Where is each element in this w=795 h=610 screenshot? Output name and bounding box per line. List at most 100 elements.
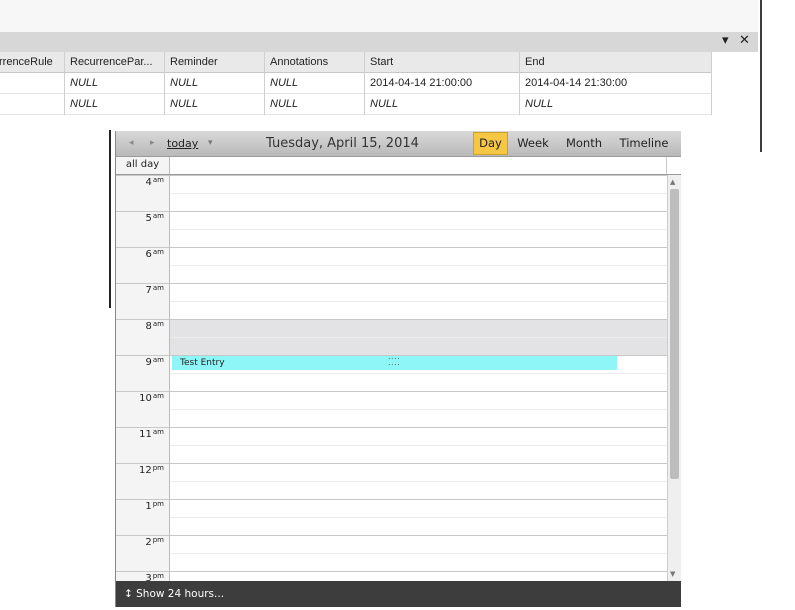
hour-label: 1pm (116, 499, 170, 535)
scroll-up-icon[interactable]: ▲ (670, 178, 675, 186)
hour-meridiem: am (152, 284, 164, 292)
view-day-button[interactable]: Day (473, 132, 508, 155)
hour-meridiem: am (152, 428, 164, 436)
hour-number: 3pm (145, 572, 164, 581)
table-cell[interactable]: NULL (365, 94, 520, 115)
time-slot[interactable] (170, 175, 667, 211)
today-button[interactable]: today (167, 137, 198, 150)
table-cell[interactable]: 2014-04-14 21:30:00 (520, 73, 712, 94)
event-test-entry[interactable]: Test Entry........ (172, 353, 617, 370)
column-header[interactable]: RecurrencePar... (65, 52, 165, 73)
scroll-down-icon[interactable]: ▼ (670, 570, 675, 578)
scheduler-toolbar: ◂ ▸ today ▾ Tuesday, April 15, 2014 Day … (116, 131, 681, 157)
vertical-scrollbar[interactable]: ▲ ▼ (667, 175, 681, 581)
time-slot[interactable] (170, 247, 667, 283)
event-title: Test Entry (180, 358, 225, 368)
table-cell[interactable]: NULL (520, 94, 712, 115)
scrollbar-thumb[interactable] (670, 189, 679, 479)
prev-icon[interactable]: ◂ (129, 138, 134, 148)
table-row[interactable]: NULL NULL NULL 2014-04-14 21:00:00 2014-… (0, 73, 712, 94)
column-header[interactable]: End (520, 52, 712, 73)
hour-number: 11am (139, 428, 164, 440)
column-header[interactable]: Start (365, 52, 520, 73)
table-cell[interactable]: NULL (65, 94, 165, 115)
hour-meridiem: am (152, 176, 164, 184)
half-hour-line (170, 229, 667, 230)
hour-number: 8am (145, 320, 164, 332)
time-slot[interactable] (170, 571, 667, 581)
date-title: Tuesday, April 15, 2014 (266, 136, 419, 151)
half-hour-line (170, 445, 667, 446)
time-slot[interactable] (170, 535, 667, 571)
hour-number: 2pm (145, 536, 164, 548)
hour-meridiem: am (152, 356, 164, 364)
time-slot[interactable] (170, 211, 667, 247)
hour-row: 2pm (116, 535, 667, 571)
all-day-label: all day (116, 157, 170, 174)
time-slot[interactable] (170, 499, 667, 535)
time-slot[interactable] (170, 391, 667, 427)
table-cell[interactable]: NULL (165, 73, 265, 94)
table-cell[interactable] (0, 94, 65, 115)
hour-meridiem: am (152, 248, 164, 256)
hour-label: 8am (116, 319, 170, 355)
hour-label: 6am (116, 247, 170, 283)
hour-number: 1pm (145, 500, 164, 512)
time-slot[interactable] (170, 463, 667, 499)
all-day-row: all day (116, 157, 681, 175)
view-month-button[interactable]: Month (560, 131, 608, 156)
table-cell[interactable]: NULL (265, 94, 365, 115)
view-week-button[interactable]: Week (513, 131, 553, 156)
time-slot[interactable] (170, 283, 667, 319)
half-hour-line (170, 481, 667, 482)
hour-row: 12pm (116, 463, 667, 499)
view-timeline-button[interactable]: Timeline (616, 131, 672, 156)
chevron-down-icon[interactable]: ▾ (722, 33, 729, 48)
column-header[interactable]: Reminder (165, 52, 265, 73)
hour-label: 7am (116, 283, 170, 319)
all-day-slot[interactable] (170, 157, 667, 174)
hour-number: 5am (145, 212, 164, 224)
hour-row: 5am (116, 211, 667, 247)
event-resize-handle[interactable]: ........ (388, 353, 400, 367)
hour-meridiem: pm (152, 500, 164, 508)
hour-number: 9am (145, 356, 164, 368)
time-slot[interactable] (170, 319, 667, 355)
half-hour-line (170, 193, 667, 194)
hour-meridiem: am (152, 320, 164, 328)
table-cell[interactable]: NULL (265, 73, 365, 94)
half-hour-line (170, 337, 667, 338)
half-hour-line (170, 301, 667, 302)
splitter-handle[interactable] (109, 130, 111, 308)
table-cell[interactable]: NULL (165, 94, 265, 115)
scheduler: ◂ ▸ today ▾ Tuesday, April 15, 2014 Day … (115, 131, 681, 607)
hour-label: 5am (116, 211, 170, 247)
hour-number: 10am (139, 392, 164, 404)
half-hour-line (170, 553, 667, 554)
table-cell[interactable] (0, 73, 65, 94)
table-cell[interactable]: NULL (65, 73, 165, 94)
hour-label: 10am (116, 391, 170, 427)
close-icon[interactable]: ✕ (739, 33, 750, 48)
hour-row: 8am (116, 319, 667, 355)
hour-row: 11am (116, 427, 667, 463)
hour-number: 12pm (139, 464, 164, 476)
top-blank-area (0, 0, 758, 32)
hour-number: 6am (145, 248, 164, 260)
next-icon[interactable]: ▸ (150, 138, 155, 148)
hour-row: 4am (116, 175, 667, 211)
hour-grid: 4am 5am 6am 7am 8am 9am Test Entry........ 10am… (116, 175, 667, 581)
chevron-down-icon[interactable]: ▾ (208, 138, 213, 148)
show-24-hours-button[interactable]: ↕ Show 24 hours... (116, 581, 681, 607)
time-slot[interactable] (170, 427, 667, 463)
grid-panel-header: ▾ ✕ (0, 32, 758, 52)
table-row[interactable]: NULL NULL NULL NULL NULL (0, 94, 712, 115)
column-header[interactable]: rrenceRule (0, 52, 65, 73)
table-cell[interactable]: 2014-04-14 21:00:00 (365, 73, 520, 94)
hour-label: 9am (116, 355, 170, 391)
hour-label: 11am (116, 427, 170, 463)
panel-divider (760, 0, 762, 152)
hour-label: 4am (116, 175, 170, 211)
column-header[interactable]: Annotations (265, 52, 365, 73)
hour-row: 7am (116, 283, 667, 319)
